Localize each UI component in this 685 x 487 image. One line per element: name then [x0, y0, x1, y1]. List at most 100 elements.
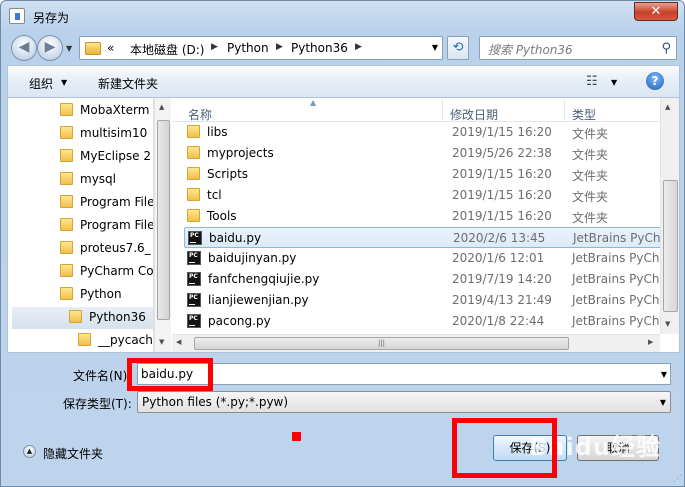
file-type: JetBrains PyCha	[573, 231, 660, 245]
folder-icon	[60, 195, 73, 208]
breadcrumb-separator-icon[interactable]: ▶	[211, 42, 218, 52]
scroll-left-icon[interactable]: ◀	[176, 338, 181, 346]
sidebar-item[interactable]: multisim10	[8, 123, 153, 145]
navigation-scrollbar[interactable]: ▲ ▼	[154, 98, 171, 352]
breadcrumb-separator-icon[interactable]: ▶	[355, 42, 362, 52]
file-type: JetBrains PyCha	[572, 293, 660, 307]
file-list-scroll-thumb[interactable]	[663, 180, 678, 312]
file-row[interactable]: PC fanfchengqiujie.py 2019/7/19 14:20 JetBr…	[184, 269, 660, 290]
file-list-horizontal-scrollbar[interactable]: ◀ ||| ▶	[172, 334, 660, 352]
breadcrumb-overflow[interactable]: «	[107, 41, 114, 55]
file-row[interactable]: PC lianjiewenjian.py 2019/4/13 21:49 JetBra…	[184, 290, 660, 311]
file-row[interactable]: myprojects 2019/5/26 22:38 文件夹	[184, 143, 660, 164]
help-icon[interactable]: ?	[646, 72, 664, 90]
sidebar-item[interactable]: Python36	[12, 307, 153, 329]
file-row[interactable]: libs 2019/1/15 16:20 文件夹	[184, 122, 660, 143]
folder-icon	[60, 241, 73, 254]
organize-button[interactable]: 组织	[29, 75, 53, 92]
file-name: Tools	[187, 209, 237, 223]
hide-folders-chevron-icon[interactable]: ▲	[23, 445, 36, 458]
folder-icon	[85, 42, 101, 55]
folder-icon	[60, 264, 73, 277]
file-row[interactable]: tcl 2019/1/15 16:20 文件夹	[184, 185, 660, 206]
folder-icon	[78, 333, 91, 346]
scroll-right-icon[interactable]: ▶	[648, 338, 653, 346]
scroll-down-icon[interactable]: ▼	[665, 320, 670, 328]
folder-icon	[69, 310, 82, 323]
column-header-date[interactable]: 修改日期	[450, 106, 498, 123]
new-folder-button[interactable]: 新建文件夹	[98, 75, 158, 92]
search-icon[interactable]: ⚲	[661, 41, 671, 56]
file-name: myprojects	[187, 146, 274, 160]
sidebar-item[interactable]: MobaXterm	[8, 100, 153, 122]
scroll-up-icon[interactable]: ▲	[665, 103, 670, 111]
folder-icon	[60, 218, 73, 231]
column-header-name[interactable]: 名称	[188, 106, 212, 123]
sidebar-item[interactable]: MyEclipse 2	[8, 146, 153, 168]
filetype-value[interactable]: Python files (*.py;*.pyw)	[142, 395, 288, 409]
refresh-button[interactable]: ⟲	[447, 36, 469, 60]
file-row[interactable]: PC pacong.py 2020/1/8 22:44 JetBrains PyCha	[184, 311, 660, 332]
save-as-dialog: 另存为 ✕ ◀ ▶ ▼ « 本地磁盘 (D:) ▶ Python ▶ Pytho…	[0, 0, 685, 487]
folder-icon	[60, 103, 73, 116]
sidebar-item[interactable]: Program File	[8, 215, 153, 237]
breadcrumb-drive[interactable]: 本地磁盘 (D:)	[130, 41, 204, 58]
horizontal-scroll-thumb[interactable]: |||	[194, 337, 569, 350]
filetype-select[interactable]: Python files (*.py;*.pyw) ▼	[137, 391, 671, 413]
file-name: libs	[187, 125, 228, 139]
breadcrumb-python36[interactable]: Python36	[291, 41, 348, 55]
breadcrumb-python[interactable]: Python	[227, 41, 269, 55]
file-row[interactable]: PC baidu.py 2020/2/6 13:45 JetBrains PyCha	[184, 227, 660, 248]
organize-dropdown-icon[interactable]: ▼	[61, 78, 67, 87]
search-input[interactable]: 搜索 Python36 ⚲	[479, 36, 677, 60]
scroll-up-icon[interactable]: ▲	[159, 103, 164, 111]
file-type: 文件夹	[572, 211, 609, 225]
folder-icon	[60, 149, 73, 162]
filename-dropdown-icon[interactable]: ▼	[661, 370, 667, 379]
dialog-title: 另存为	[33, 11, 70, 25]
navigation-scroll-thumb[interactable]	[157, 120, 170, 320]
sidebar-item-label: PyCharm Co	[80, 264, 154, 278]
sidebar-item-label: multisim10	[80, 126, 148, 140]
back-button[interactable]: ◀	[11, 35, 37, 61]
column-divider[interactable]	[442, 100, 443, 120]
file-name: PC fanfchengqiujie.py	[187, 272, 319, 286]
sidebar-item[interactable]: mysql	[8, 169, 153, 191]
address-dropdown-icon[interactable]: ▼	[432, 43, 438, 52]
resize-grip-icon[interactable]: ⋰	[673, 474, 682, 484]
pycharm-file-icon: PC	[187, 272, 201, 286]
forward-button[interactable]: ▶	[37, 35, 63, 61]
file-date: 2019/1/15 16:20	[452, 209, 552, 223]
file-row[interactable]: Tools 2019/1/15 16:20 文件夹	[184, 206, 660, 227]
column-header-type[interactable]: 类型	[572, 106, 596, 123]
view-dropdown-icon[interactable]: ▼	[611, 78, 617, 87]
file-row[interactable]: Scripts 2019/1/15 16:20 文件夹	[184, 164, 660, 185]
file-date: 2020/2/6 13:45	[453, 231, 546, 245]
file-row[interactable]: PC baidujinyan.py 2020/1/6 12:01 JetBrains …	[184, 248, 660, 269]
filename-value[interactable]: baidu.py	[141, 367, 193, 381]
view-options-icon[interactable]: ☷	[586, 74, 598, 89]
sidebar-item[interactable]: PyCharm Co	[8, 261, 154, 283]
filename-input[interactable]: baidu.py ▼	[137, 363, 671, 385]
sidebar-item-label: Program File	[80, 195, 154, 209]
scroll-down-icon[interactable]: ▼	[159, 338, 164, 346]
sidebar-item[interactable]: Program File	[8, 192, 154, 214]
column-header: ▲ 名称 修改日期 类型	[172, 98, 660, 122]
file-date: 2019/1/15 16:20	[452, 125, 552, 139]
recent-locations-dropdown-icon[interactable]: ▼	[66, 44, 72, 53]
file-name-label: lianjiewenjian.py	[208, 293, 309, 307]
file-name-label: baidu.py	[209, 231, 262, 245]
sidebar-item[interactable]: proteus7.6_	[8, 238, 153, 260]
breadcrumb-separator-icon[interactable]: ▶	[276, 42, 283, 52]
file-name: PC lianjiewenjian.py	[187, 293, 309, 307]
file-list-vertical-scrollbar[interactable]: ▲ ▼	[660, 98, 679, 334]
sidebar-item[interactable]: Python	[8, 284, 153, 306]
address-bar[interactable]: « 本地磁盘 (D:) ▶ Python ▶ Python36 ▶ ▼	[79, 36, 443, 60]
sidebar-item[interactable]: __pycach	[8, 330, 153, 352]
column-divider[interactable]	[564, 100, 565, 120]
close-button[interactable]: ✕	[634, 2, 678, 21]
watermark-logo: Baidu经验	[529, 433, 661, 461]
hide-folders-button[interactable]: 隐藏文件夹	[43, 445, 103, 462]
file-name-label: libs	[207, 125, 228, 139]
filetype-dropdown-icon[interactable]: ▼	[660, 398, 666, 407]
